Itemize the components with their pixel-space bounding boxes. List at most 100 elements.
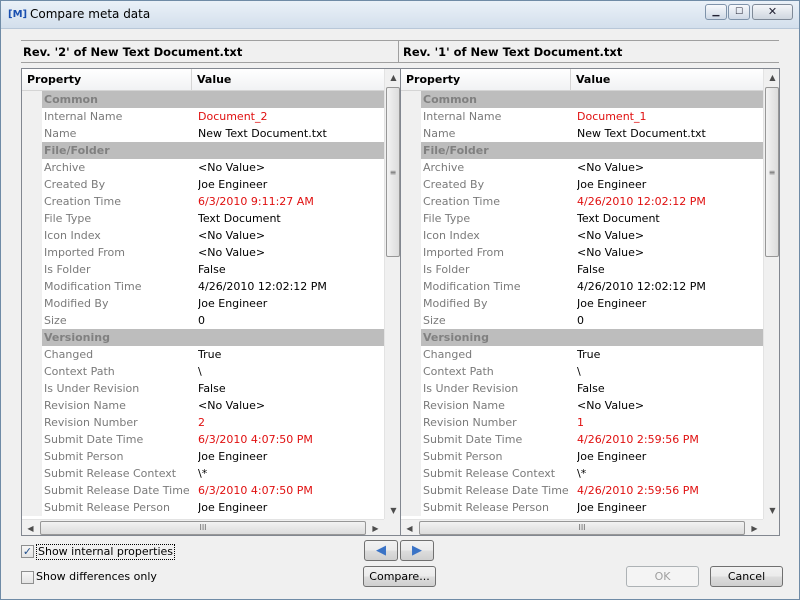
- property-row[interactable]: Revision Name <No Value>: [22, 397, 384, 414]
- property-row[interactable]: Changed True: [22, 346, 384, 363]
- property-row[interactable]: Creation Time 4/26/2010 12:02:12 PM: [401, 193, 763, 210]
- property-row[interactable]: Creation Time 6/3/2010 9:11:27 AM: [22, 193, 384, 210]
- property-row[interactable]: Internal Name Document_1: [401, 108, 763, 125]
- property-row[interactable]: Created By Joe Engineer: [22, 176, 384, 193]
- property-column-header[interactable]: Property: [406, 73, 460, 86]
- right-horizontal-scrollbar[interactable]: ◀ III ▶: [401, 519, 763, 535]
- property-row[interactable]: Submit Person Joe Engineer: [401, 448, 763, 465]
- property-name: Context Path: [423, 365, 494, 378]
- category-row[interactable]: Common: [401, 91, 763, 108]
- property-row[interactable]: Archive <No Value>: [401, 159, 763, 176]
- scroll-up-icon[interactable]: ▲: [764, 69, 779, 86]
- arrow-left-icon: ◀: [376, 543, 386, 558]
- maximize-button[interactable]: ☐: [728, 4, 750, 20]
- right-revision-header: Rev. '1' of New Text Document.txt: [403, 45, 623, 59]
- minimize-button[interactable]: ▁: [705, 4, 727, 20]
- left-vertical-scrollbar[interactable]: ▲ ≡ ▼: [384, 69, 400, 519]
- property-column-header[interactable]: Property: [27, 73, 81, 86]
- property-row[interactable]: Revision Name <No Value>: [401, 397, 763, 414]
- left-property-grid[interactable]: Property Value Common Internal Name Docume…: [21, 68, 401, 536]
- property-row[interactable]: Name New Text Document.txt: [22, 125, 384, 142]
- grid-column-header: Property Value: [22, 69, 384, 91]
- property-row[interactable]: Modification Time 4/26/2010 12:02:12 PM: [401, 278, 763, 295]
- value-column-header[interactable]: Value: [197, 73, 231, 86]
- property-row[interactable]: Size 0: [22, 312, 384, 329]
- property-row[interactable]: Is Folder False: [22, 261, 384, 278]
- ok-button[interactable]: OK: [626, 566, 699, 587]
- row-gutter: [22, 176, 42, 193]
- scroll-left-icon[interactable]: ◀: [22, 520, 39, 535]
- scroll-down-icon[interactable]: ▼: [764, 502, 779, 519]
- scroll-up-icon[interactable]: ▲: [385, 69, 400, 86]
- property-row[interactable]: Submit Release Person Joe Engineer: [401, 499, 763, 516]
- property-row[interactable]: Icon Index <No Value>: [22, 227, 384, 244]
- property-row[interactable]: Modified By Joe Engineer: [401, 295, 763, 312]
- previous-difference-button[interactable]: ◀: [364, 540, 398, 561]
- column-separator[interactable]: [191, 69, 192, 91]
- value-column-header[interactable]: Value: [576, 73, 610, 86]
- property-row[interactable]: Icon Index <No Value>: [401, 227, 763, 244]
- property-row[interactable]: Modified By Joe Engineer: [22, 295, 384, 312]
- category-row[interactable]: Common: [22, 91, 384, 108]
- property-value: Joe Engineer: [198, 501, 268, 514]
- property-row[interactable]: Archive <No Value>: [22, 159, 384, 176]
- property-row[interactable]: Context Path \: [401, 363, 763, 380]
- property-value: True: [577, 348, 601, 361]
- property-row[interactable]: Modification Time 4/26/2010 12:02:12 PM: [22, 278, 384, 295]
- category-row[interactable]: Versioning: [22, 329, 384, 346]
- property-row[interactable]: Submit Date Time 4/26/2010 2:59:56 PM: [401, 431, 763, 448]
- scroll-right-icon[interactable]: ▶: [367, 520, 384, 535]
- vertical-scroll-thumb[interactable]: ≡: [386, 87, 400, 257]
- left-horizontal-scrollbar[interactable]: ◀ III ▶: [22, 519, 384, 535]
- property-row[interactable]: Name New Text Document.txt: [401, 125, 763, 142]
- property-name: Created By: [44, 178, 106, 191]
- category-row[interactable]: Versioning: [401, 329, 763, 346]
- row-gutter: [401, 380, 421, 397]
- show-internal-properties-checkbox[interactable]: ✓: [21, 545, 34, 558]
- property-value: Joe Engineer: [577, 450, 647, 463]
- property-row[interactable]: Imported From <No Value>: [22, 244, 384, 261]
- property-row[interactable]: Revision Number 2: [22, 414, 384, 431]
- show-differences-only-label[interactable]: Show differences only: [36, 569, 157, 585]
- property-row[interactable]: Submit Release Date Time 6/3/2010 4:07:50…: [22, 482, 384, 499]
- property-row[interactable]: File Type Text Document: [401, 210, 763, 227]
- property-row[interactable]: Size 0: [401, 312, 763, 329]
- property-row[interactable]: File Type Text Document: [22, 210, 384, 227]
- property-row[interactable]: Internal Name Document_2: [22, 108, 384, 125]
- property-row[interactable]: Is Under Revision False: [401, 380, 763, 397]
- property-row[interactable]: Submit Release Person Joe Engineer: [22, 499, 384, 516]
- scroll-left-icon[interactable]: ◀: [401, 520, 418, 535]
- column-separator[interactable]: [570, 69, 571, 91]
- next-difference-button[interactable]: ▶: [400, 540, 434, 561]
- scroll-down-icon[interactable]: ▼: [385, 502, 400, 519]
- property-value: 4/26/2010 12:02:12 PM: [198, 280, 327, 293]
- property-row[interactable]: Is Under Revision False: [22, 380, 384, 397]
- property-value: New Text Document.txt: [198, 127, 327, 140]
- compare-button[interactable]: Compare...: [363, 566, 436, 587]
- property-value: 0: [198, 314, 205, 327]
- show-differences-only-checkbox[interactable]: [21, 571, 34, 584]
- show-internal-properties-label[interactable]: Show internal properties: [36, 544, 176, 560]
- property-row[interactable]: Submit Person Joe Engineer: [22, 448, 384, 465]
- category-row[interactable]: File/Folder: [401, 142, 763, 159]
- property-row[interactable]: Submit Release Context \*: [401, 465, 763, 482]
- cancel-button[interactable]: Cancel: [710, 566, 783, 587]
- horizontal-scroll-thumb[interactable]: III: [40, 521, 366, 535]
- category-row[interactable]: File/Folder: [22, 142, 384, 159]
- scroll-right-icon[interactable]: ▶: [746, 520, 763, 535]
- horizontal-scroll-thumb[interactable]: III: [419, 521, 745, 535]
- right-property-grid[interactable]: Property Value Common Internal Name Docume…: [400, 68, 780, 536]
- vertical-scroll-thumb[interactable]: ≡: [765, 87, 779, 257]
- property-name: Archive: [44, 161, 86, 174]
- close-button[interactable]: ✕: [752, 4, 793, 20]
- property-row[interactable]: Imported From <No Value>: [401, 244, 763, 261]
- property-row[interactable]: Submit Date Time 6/3/2010 4:07:50 PM: [22, 431, 384, 448]
- property-row[interactable]: Revision Number 1: [401, 414, 763, 431]
- property-row[interactable]: Submit Release Context \*: [22, 465, 384, 482]
- property-row[interactable]: Submit Release Date Time 4/26/2010 2:59:5…: [401, 482, 763, 499]
- property-row[interactable]: Created By Joe Engineer: [401, 176, 763, 193]
- property-row[interactable]: Is Folder False: [401, 261, 763, 278]
- property-row[interactable]: Context Path \: [22, 363, 384, 380]
- property-row[interactable]: Changed True: [401, 346, 763, 363]
- right-vertical-scrollbar[interactable]: ▲ ≡ ▼: [763, 69, 779, 519]
